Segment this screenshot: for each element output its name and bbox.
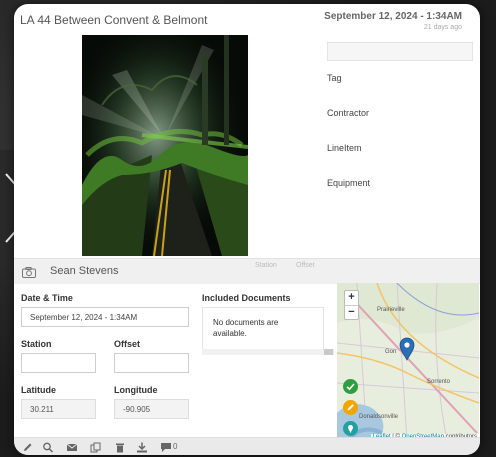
- contractor-label: Contractor: [327, 108, 370, 118]
- documents-label: Included Documents: [202, 293, 291, 303]
- equipment-label: Equipment: [327, 178, 371, 188]
- latitude-label: Latitude: [21, 385, 56, 395]
- documents-list[interactable]: No documents are available.: [202, 307, 324, 351]
- offset-input[interactable]: [114, 353, 189, 373]
- offset-label: Offset: [114, 339, 141, 349]
- edit-icon[interactable]: [22, 442, 34, 453]
- approve-button[interactable]: [343, 379, 358, 394]
- place-prairieville: Prairieville: [377, 307, 405, 313]
- locate-button[interactable]: [343, 421, 358, 436]
- tag-label: Tag: [327, 73, 342, 83]
- record-date: September 12, 2024 - 1:34AM: [324, 11, 462, 22]
- station-label: Station: [21, 339, 52, 349]
- email-icon[interactable]: [66, 442, 78, 453]
- pencil-icon: [343, 400, 358, 415]
- band-offset-label: Offset: [296, 262, 315, 269]
- top-right-field[interactable]: [327, 42, 473, 61]
- trash-icon[interactable]: [114, 442, 126, 453]
- record-photo[interactable]: [82, 35, 248, 256]
- datetime-input[interactable]: September 12, 2024 - 1:34AM: [21, 307, 189, 327]
- copy-icon[interactable]: [90, 442, 102, 453]
- latitude-input[interactable]: 30.211: [21, 399, 96, 419]
- documents-scrollbar[interactable]: [202, 349, 334, 355]
- datetime-label: Date & Time: [21, 293, 73, 303]
- photo-record-card: LA 44 Between Convent & Belmont Septembe…: [14, 4, 480, 455]
- download-icon[interactable]: [136, 442, 148, 453]
- location-pin-icon[interactable]: [399, 337, 415, 361]
- lineitem-label: LineItem: [327, 143, 362, 153]
- band-station-label: Station: [255, 262, 277, 269]
- camera-icon: [22, 265, 36, 283]
- author-band: Sean Stevens Station Offset: [14, 258, 480, 284]
- station-input[interactable]: [21, 353, 96, 373]
- documents-scroll-thumb[interactable]: [324, 349, 333, 355]
- action-toolbar: 0: [14, 437, 480, 455]
- comment-icon[interactable]: [160, 442, 172, 453]
- zoom-out-button[interactable]: −: [345, 305, 358, 319]
- check-icon: [343, 379, 358, 394]
- place-donaldsonville: Donaldsonville: [359, 414, 399, 420]
- zoom-in-button[interactable]: +: [345, 291, 358, 305]
- marker-icon: [343, 421, 358, 436]
- storm-damage-photo: [82, 35, 248, 256]
- zoom-icon[interactable]: [42, 442, 54, 453]
- location-map[interactable]: Prairieville Gon Sorrento Donaldsonville…: [337, 283, 479, 441]
- comment-count: 0: [173, 442, 178, 451]
- map-zoom-control: + −: [344, 290, 359, 320]
- record-age: 21 days ago: [423, 24, 462, 31]
- record-title: LA 44 Between Convent & Belmont: [20, 13, 208, 27]
- right-field-panel: Tag Contractor LineItem Equipment: [327, 42, 473, 188]
- author-name: Sean Stevens: [50, 265, 119, 277]
- longitude-label: Longitude: [114, 385, 158, 395]
- edit-location-button[interactable]: [343, 400, 358, 415]
- place-sorrento: Sorrento: [427, 379, 451, 385]
- place-gon: Gon: [385, 349, 396, 355]
- longitude-input[interactable]: -90.905: [114, 399, 189, 419]
- documents-empty-text: No documents are available.: [213, 318, 279, 338]
